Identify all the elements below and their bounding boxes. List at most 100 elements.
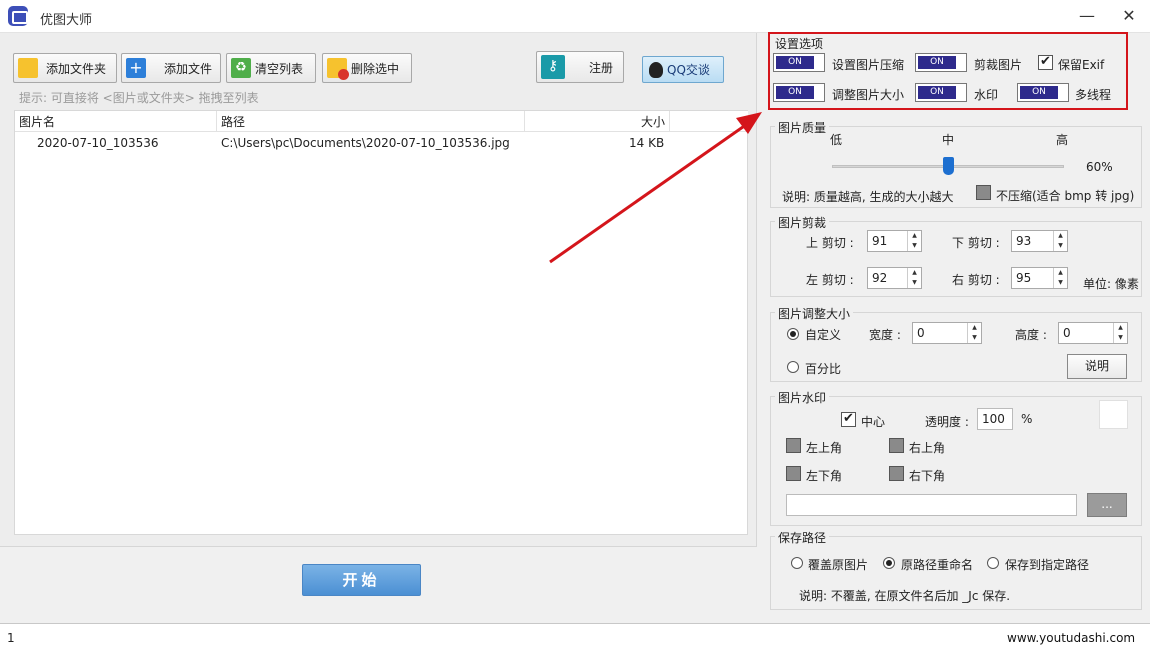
no-compress-checkbox[interactable] [976,185,991,200]
quality-high-label: 高 [1056,131,1068,148]
spinner-arrows-icon[interactable]: ▲▼ [907,231,921,251]
opacity-label: 透明度 : [925,413,969,430]
watermark-title: 图片水印 [775,389,829,406]
resize-width-input[interactable]: 0▲▼ [912,322,982,344]
delete-selected-label: 删除选中 [351,60,399,77]
resize-height-value: 0 [1063,326,1071,340]
file-path-cell: C:\Users\pc\Documents\2020-07-10_103536.… [221,136,510,150]
crop-left-input[interactable]: 92 ▲▼ [867,267,922,289]
save-overwrite-radio[interactable] [791,557,803,569]
quality-slider-thumb[interactable] [943,157,954,175]
clear-list-label: 清空列表 [255,60,303,77]
crop-left-value: 92 [872,271,887,285]
watermark-top-left-checkbox[interactable] [786,438,801,453]
spinner-arrows-icon[interactable]: ▲▼ [1053,231,1067,251]
explain-button[interactable]: 说明 [1067,354,1127,379]
column-header-name[interactable]: 图片名 [15,111,217,132]
watermark-text-input[interactable] [786,494,1077,516]
annotation-arrow [540,100,780,270]
resize-toggle[interactable]: ON [773,83,825,102]
save-rename-label: 原路径重命名 [901,556,973,573]
spinner-arrows-icon[interactable]: ▲▼ [1113,323,1127,343]
spinner-arrows-icon[interactable]: ▲▼ [967,323,981,343]
crop-bottom-label: 下 剪切 : [952,234,1000,251]
crop-label: 剪裁图片 [974,56,1022,73]
quality-mid-label: 中 [942,131,954,148]
watermark-center-checkbox[interactable] [841,412,856,427]
opacity-unit: % [1021,412,1032,426]
save-title: 保存路径 [775,529,829,546]
watermark-toggle-label: ON [918,86,956,99]
quality-title: 图片质量 [775,119,829,136]
website-text: www.youtudashi.com [1007,631,1135,645]
watermark-top-left-label: 左上角 [806,439,842,456]
keep-exif-label: 保留Exif [1058,56,1104,73]
resize-width-label: 宽度 : [869,326,901,343]
column-header-path[interactable]: 路径 [217,111,525,132]
watermark-top-right-label: 右上角 [909,439,945,456]
save-overwrite-label: 覆盖原图片 [808,556,868,573]
qq-chat-label: QQ交谈 [667,61,710,78]
quality-note: 说明: 质量越高, 生成的大小越大 [782,188,954,205]
register-button[interactable]: ⚷ 注册 [536,51,624,83]
resize-height-label: 高度 : [1015,326,1047,343]
register-label: 注册 [589,59,613,76]
add-folder-button[interactable]: 添加文件夹 [13,53,117,83]
crop-title: 图片剪裁 [775,214,829,231]
status-count: 1 [7,631,15,645]
watermark-bottom-left-label: 左下角 [806,467,842,484]
resize-custom-radio[interactable] [787,328,799,340]
crop-top-label: 上 剪切 : [806,234,854,251]
resize-percent-radio[interactable] [787,361,799,373]
watermark-center-label: 中心 [861,413,885,430]
folder-delete-icon [327,58,347,78]
qq-penguin-icon [649,62,663,78]
file-add-icon: + [126,58,146,78]
resize-title: 图片调整大小 [775,305,853,322]
browse-button[interactable]: ... [1087,493,1127,517]
crop-right-input[interactable]: 95▲▼ [1011,267,1068,289]
opacity-input[interactable]: 100 [977,408,1013,430]
minimize-button[interactable]: — [1072,4,1102,28]
crop-bottom-input[interactable]: 93 ▲▼ [1011,230,1068,252]
drag-hint: 提示: 可直接将 <图片或文件夹> 拖拽至列表 [19,89,259,106]
qq-chat-button[interactable]: QQ交谈 [642,56,724,83]
key-icon: ⚷ [541,55,565,79]
crop-toggle-label: ON [918,56,956,69]
watermark-color-swatch[interactable] [1099,400,1128,429]
save-rename-radio[interactable] [883,557,895,569]
quality-value: 60% [1086,160,1113,174]
crop-left-label: 左 剪切 : [806,271,854,288]
compress-toggle[interactable]: ON [773,53,825,72]
keep-exif-checkbox[interactable] [1038,55,1053,70]
start-button[interactable]: 开始 [302,564,421,596]
crop-top-value: 91 [872,234,887,248]
watermark-toggle[interactable]: ON [915,83,967,102]
watermark-top-right-checkbox[interactable] [889,438,904,453]
clear-list-button[interactable]: ♻ 清空列表 [226,53,316,83]
crop-bottom-value: 93 [1016,234,1031,248]
resize-height-input[interactable]: 0 ▲▼ [1058,322,1128,344]
watermark-bottom-right-checkbox[interactable] [889,466,904,481]
crop-top-input[interactable]: 91 ▲▼ [867,230,922,252]
save-custom-path-label: 保存到指定路径 [1005,556,1089,573]
spinner-arrows-icon[interactable]: ▲▼ [907,268,921,288]
spinner-arrows-icon[interactable]: ▲▼ [1053,268,1067,288]
title-bar: 优图大师 — ✕ [0,0,1150,33]
save-custom-path-radio[interactable] [987,557,999,569]
multithread-toggle[interactable]: ON [1017,83,1069,102]
status-bar: 1 www.youtudashi.com [0,623,1150,653]
quality-low-label: 低 [830,131,842,148]
resize-percent-label: 百分比 [805,360,841,377]
compress-toggle-label: ON [776,56,814,69]
crop-toggle[interactable]: ON [915,53,967,72]
folder-add-icon [18,58,38,78]
watermark-bottom-left-checkbox[interactable] [786,466,801,481]
save-note: 说明: 不覆盖, 在原文件名后加 _Jc 保存. [799,587,1010,604]
add-file-button[interactable]: + 添加文件 [121,53,221,83]
resize-custom-label: 自定义 [805,326,841,343]
window-title: 优图大师 [40,9,92,28]
delete-selected-button[interactable]: 删除选中 [322,53,412,83]
recycle-icon: ♻ [231,58,251,78]
close-button[interactable]: ✕ [1114,4,1144,28]
